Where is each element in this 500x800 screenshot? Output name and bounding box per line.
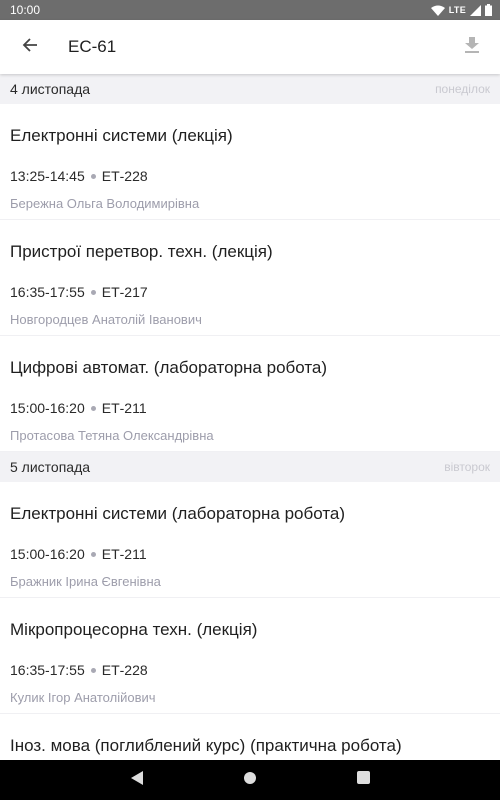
square-recents-icon	[356, 771, 370, 789]
download-icon	[465, 36, 479, 58]
lesson-room: ЕТ-211	[101, 400, 147, 416]
lesson-name: Цифрові автомат. (лабораторна робота)	[10, 358, 328, 377]
lesson-teacher: Новгородцев Анатолій Іванович	[10, 312, 202, 327]
lesson-room: ЕТ-228	[101, 662, 148, 678]
lesson-item[interactable]: Електронні системи (лабораторна робота) …	[0, 482, 500, 598]
lesson-meta: 16:35-17:55 ЕТ-217	[10, 284, 148, 300]
day-header: 4 листопада понеділок	[0, 74, 500, 104]
nav-recents-button[interactable]	[353, 770, 373, 790]
lesson-time: 15:00-16:20	[10, 546, 85, 562]
lesson-item[interactable]: Іноз. мова (поглиблений курс) (практична…	[0, 714, 500, 760]
battery-icon	[485, 4, 492, 16]
lesson-item[interactable]: Електронні системи (лекція) 13:25-14:45 …	[0, 104, 500, 220]
day-weekday: понеділок	[435, 82, 490, 96]
lesson-meta: 13:25-14:45 ЕТ-228	[10, 168, 148, 184]
app-bar: ЕС-61	[0, 20, 500, 74]
day-header: 5 листопада вівторок	[0, 452, 500, 482]
lesson-name: Електронні системи (лабораторна робота)	[10, 504, 346, 523]
lesson-meta: 15:00-16:20 ЕТ-211	[10, 400, 147, 416]
arrow-back-icon	[22, 37, 38, 58]
separator-dot	[90, 405, 96, 411]
triangle-back-icon	[131, 770, 143, 790]
nav-back-button[interactable]	[127, 770, 147, 790]
page-title: ЕС-61	[68, 37, 117, 56]
lesson-teacher: Протасова Тетяна Олександрівна	[10, 428, 214, 443]
separator-dot	[90, 551, 96, 557]
separator-dot	[90, 173, 96, 179]
lesson-room: ЕТ-217	[101, 284, 148, 300]
signal-icon	[470, 4, 481, 16]
lesson-meta: 16:35-17:55 ЕТ-228	[10, 662, 148, 678]
day-date: 5 листопада	[10, 459, 91, 475]
lesson-time: 16:35-17:55	[10, 662, 85, 678]
schedule-list[interactable]: 4 листопада понеділок Електронні системи…	[0, 74, 500, 760]
download-button[interactable]	[444, 20, 500, 74]
lesson-name: Електронні системи (лекція)	[10, 126, 233, 145]
lesson-time: 13:25-14:45	[10, 168, 85, 184]
wifi-icon	[430, 5, 445, 16]
status-icons: LTE	[430, 4, 492, 16]
lesson-time: 16:35-17:55	[10, 284, 85, 300]
lesson-room: ЕТ-228	[101, 168, 148, 184]
lesson-teacher: Бражник Ірина Євгенівна	[10, 574, 161, 589]
lesson-name: Мікропроцесорна техн. (лекція)	[10, 620, 258, 639]
lesson-meta: 15:00-16:20 ЕТ-211	[10, 546, 147, 562]
lesson-name: Пристрої перетвор. техн. (лекція)	[10, 242, 273, 261]
status-time: 10:00	[10, 3, 41, 17]
separator-dot	[90, 289, 96, 295]
lesson-time: 15:00-16:20	[10, 400, 85, 416]
day-date: 4 листопада	[10, 81, 91, 97]
lesson-room: ЕТ-211	[101, 546, 147, 562]
lesson-teacher: Бережна Ольга Володимирівна	[10, 196, 200, 211]
network-type: LTE	[448, 5, 466, 15]
day-weekday: вівторок	[444, 460, 490, 474]
system-nav-bar	[0, 760, 500, 800]
separator-dot	[90, 667, 96, 673]
back-button[interactable]	[1, 20, 59, 74]
circle-home-icon	[243, 771, 257, 790]
lesson-item[interactable]: Мікропроцесорна техн. (лекція) 16:35-17:…	[0, 598, 500, 714]
status-bar: 10:00 LTE	[0, 0, 500, 20]
lesson-item[interactable]: Цифрові автомат. (лабораторна робота) 15…	[0, 336, 500, 452]
lesson-teacher: Кулик Ігор Анатолійович	[10, 690, 156, 705]
lesson-item[interactable]: Пристрої перетвор. техн. (лекція) 16:35-…	[0, 220, 500, 336]
nav-home-button[interactable]	[240, 770, 260, 790]
lesson-name: Іноз. мова (поглиблений курс) (практична…	[10, 736, 402, 755]
